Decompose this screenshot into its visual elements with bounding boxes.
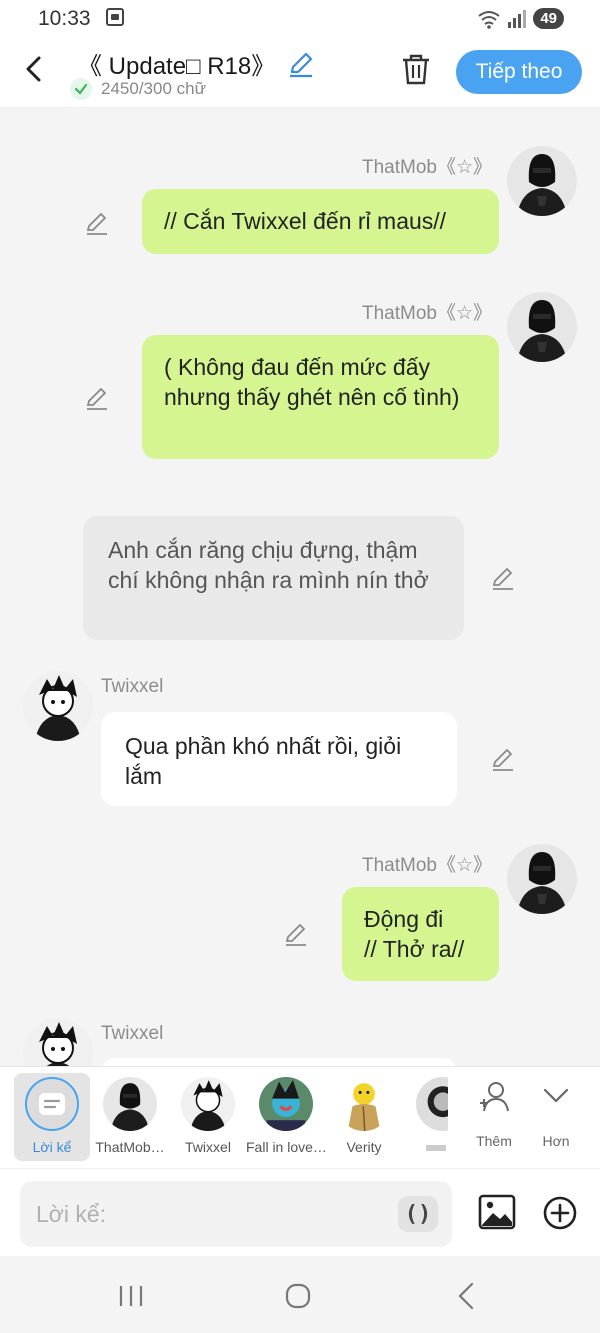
speaker-name: Twixxel (101, 1023, 164, 1044)
title-row: 《 Update□ R18》 (78, 46, 315, 81)
signal-icon (508, 9, 527, 28)
parentheses-button[interactable]: () (398, 1196, 438, 1232)
back-nav-icon[interactable] (455, 1282, 477, 1310)
edit-message-icon[interactable] (490, 565, 516, 591)
message-bubble[interactable]: ( Không đau đến mức đấy nhưng thấy ghét … (142, 335, 499, 459)
narration-label: Lời kể (32, 1139, 72, 1155)
edit-title-icon[interactable] (287, 50, 315, 78)
avatar-twixxel[interactable] (23, 671, 93, 741)
add-icon[interactable] (542, 1195, 578, 1231)
recent-apps-icon[interactable] (118, 1284, 144, 1308)
composer: () (0, 1168, 600, 1256)
avatar-thatmob[interactable] (507, 146, 577, 216)
speaker-name: Twixxel (101, 676, 164, 697)
narration-bubble[interactable]: Anh cắn răng chịu đựng, thậm chí không n… (83, 516, 464, 640)
trash-icon[interactable] (400, 52, 432, 86)
character-avatar (416, 1077, 448, 1131)
chat-area[interactable]: ThatMob《☆》 // Cắn Twixxel đến rỉ maus// … (0, 108, 600, 1066)
word-count-row: 2450/300 chữ (70, 78, 206, 100)
character-item[interactable]: Twixxel (168, 1067, 248, 1163)
check-icon (70, 78, 92, 100)
header: 《 Update□ R18》 2450/300 chữ Tiếp theo (0, 40, 600, 108)
character-avatar (103, 1077, 157, 1131)
character-name: ThatMob… (95, 1139, 165, 1155)
character-selector: Lời kể ThatMob… Twixxel Fall in love… Ve… (0, 1066, 600, 1168)
back-arrow-icon[interactable] (20, 54, 50, 84)
character-item[interactable]: Fall in love… (246, 1067, 326, 1163)
character-avatar (181, 1077, 235, 1131)
edit-message-icon[interactable] (84, 385, 110, 411)
message-bubble[interactable]: Động đi // Thở ra// (342, 887, 499, 981)
message-input-wrap: () (20, 1181, 452, 1247)
character-avatar (337, 1077, 391, 1131)
status-bar: 10:33 49 (0, 0, 600, 40)
message-input[interactable] (20, 1181, 390, 1247)
next-button[interactable]: Tiếp theo (456, 50, 582, 94)
word-count: 2450/300 chữ (101, 79, 206, 98)
character-name-faded (426, 1145, 446, 1151)
character-item[interactable] (402, 1067, 448, 1163)
screen-record-icon (106, 8, 124, 26)
message-bubble[interactable]: Qua phần khó nhất rồi, giỏi lắm (101, 712, 457, 806)
speaker-name: ThatMob《☆》 (362, 157, 493, 178)
character-avatar (259, 1077, 313, 1131)
avatar-twixxel[interactable] (23, 1018, 93, 1066)
character-name: Fall in love… (246, 1139, 326, 1155)
narration-icon (25, 1077, 79, 1131)
character-item[interactable]: ThatMob… (90, 1067, 170, 1163)
expand-characters-button[interactable]: Hơn (526, 1077, 586, 1157)
edit-message-icon[interactable] (84, 210, 110, 236)
system-nav-bar (0, 1256, 600, 1333)
edit-message-icon[interactable] (490, 746, 516, 772)
chevron-down-icon (543, 1088, 569, 1103)
message-bubble[interactable]: // Cắn Twixxel đến rỉ maus// (142, 189, 499, 254)
image-icon[interactable] (478, 1193, 516, 1231)
avatar-thatmob[interactable] (507, 844, 577, 914)
home-icon[interactable] (285, 1283, 311, 1309)
speaker-name: ThatMob《☆》 (362, 303, 493, 324)
add-user-icon (480, 1082, 509, 1112)
speaker-name: ThatMob《☆》 (362, 855, 493, 876)
add-character-label: Thêm (476, 1133, 512, 1149)
status-indicators: 49 (477, 8, 564, 29)
character-name: Twixxel (185, 1139, 231, 1155)
character-item[interactable]: Verity (324, 1067, 404, 1163)
avatar-thatmob[interactable] (507, 292, 577, 362)
wifi-icon (478, 10, 500, 29)
battery-indicator: 49 (533, 8, 564, 29)
add-character-button[interactable]: Thêm (464, 1077, 524, 1157)
edit-message-icon[interactable] (283, 921, 309, 947)
story-title: 《 Update□ R18》 (78, 53, 276, 80)
expand-label: Hơn (542, 1133, 570, 1149)
character-name: Verity (346, 1139, 382, 1155)
status-time: 10:33 (38, 7, 91, 30)
message-bubble[interactable] (101, 1058, 457, 1066)
narration-toggle[interactable]: Lời kể (14, 1073, 90, 1161)
